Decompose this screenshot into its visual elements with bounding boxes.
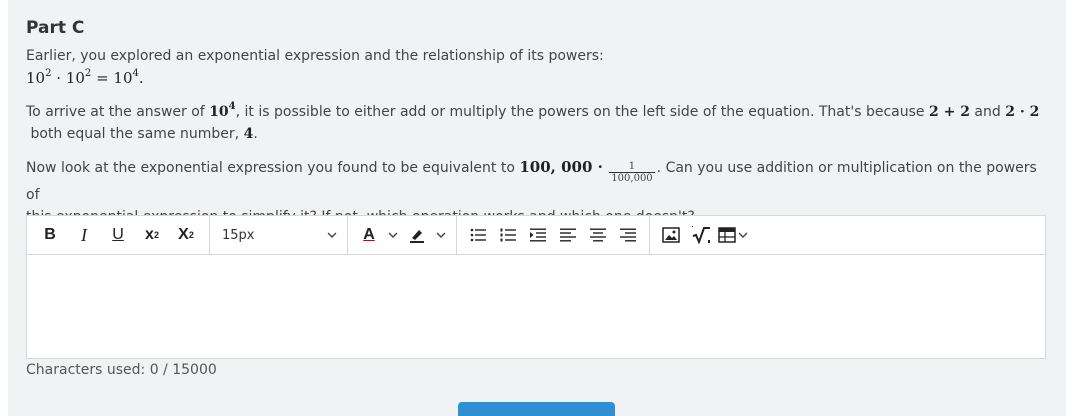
submit-button[interactable] (458, 402, 615, 416)
chevron-down-icon (738, 232, 748, 238)
numbered-list-button[interactable] (493, 220, 523, 250)
table-icon (718, 227, 736, 243)
italic-button[interactable]: I (67, 220, 101, 250)
list-align-group (457, 215, 650, 255)
character-counter: Characters used: 0 / 15000 (26, 362, 217, 378)
insert-group (650, 216, 756, 255)
font-color-dropdown[interactable] (384, 220, 402, 250)
highlighter-icon (410, 230, 424, 243)
numbered-list-icon (500, 228, 516, 242)
intro-text: Earlier, you explored an exponential exp… (26, 48, 604, 64)
part-title: Part C (26, 18, 85, 38)
editor-toolbar: B I U x2 X2 15px A (27, 215, 1045, 255)
insert-image-button[interactable] (656, 220, 686, 250)
insert-table-button[interactable] (716, 220, 750, 250)
font-color-button[interactable]: A (354, 220, 384, 250)
highlight-button[interactable] (402, 220, 432, 250)
subscript-button[interactable]: X2 (169, 220, 203, 250)
font-color-icon: A (363, 226, 375, 243)
bullet-list-icon (470, 228, 486, 242)
align-right-button[interactable] (613, 220, 643, 250)
align-left-button[interactable] (553, 220, 583, 250)
bullet-list-button[interactable] (463, 220, 493, 250)
bold-button[interactable]: B (33, 220, 67, 250)
response-editor: B I U x2 X2 15px A (26, 215, 1046, 359)
highlight-dropdown[interactable] (432, 220, 450, 250)
align-left-icon (560, 228, 576, 242)
align-right-icon (620, 228, 636, 242)
explanation-paragraph: To arrive at the answer of 104, it is po… (26, 101, 1040, 143)
image-icon (662, 227, 680, 243)
color-group: A (348, 215, 457, 255)
intro-equation: 102 · 102 = 104. (26, 68, 144, 88)
square-root-icon (692, 226, 710, 244)
response-textarea[interactable] (27, 255, 1045, 359)
font-size-select[interactable]: 15px (210, 215, 348, 255)
chevron-down-icon (436, 232, 446, 238)
chevron-down-icon (388, 232, 398, 238)
indent-icon (530, 228, 546, 242)
chevron-down-icon (327, 230, 337, 241)
superscript-button[interactable]: x2 (135, 220, 169, 250)
insert-math-button[interactable] (686, 220, 716, 250)
intro-paragraph: Earlier, you explored an exponential exp… (26, 45, 1046, 90)
format-group: B I U x2 X2 (27, 215, 210, 255)
align-center-button[interactable] (583, 220, 613, 250)
indent-button[interactable] (523, 220, 553, 250)
math-10-4: 104 (209, 101, 236, 121)
fraction: 1 100,000 (609, 161, 655, 184)
question-panel: Part C Earlier, you explored an exponent… (8, 0, 1066, 416)
font-size-value: 15px (222, 227, 255, 243)
align-center-icon (590, 228, 606, 242)
underline-button[interactable]: U (101, 220, 135, 250)
